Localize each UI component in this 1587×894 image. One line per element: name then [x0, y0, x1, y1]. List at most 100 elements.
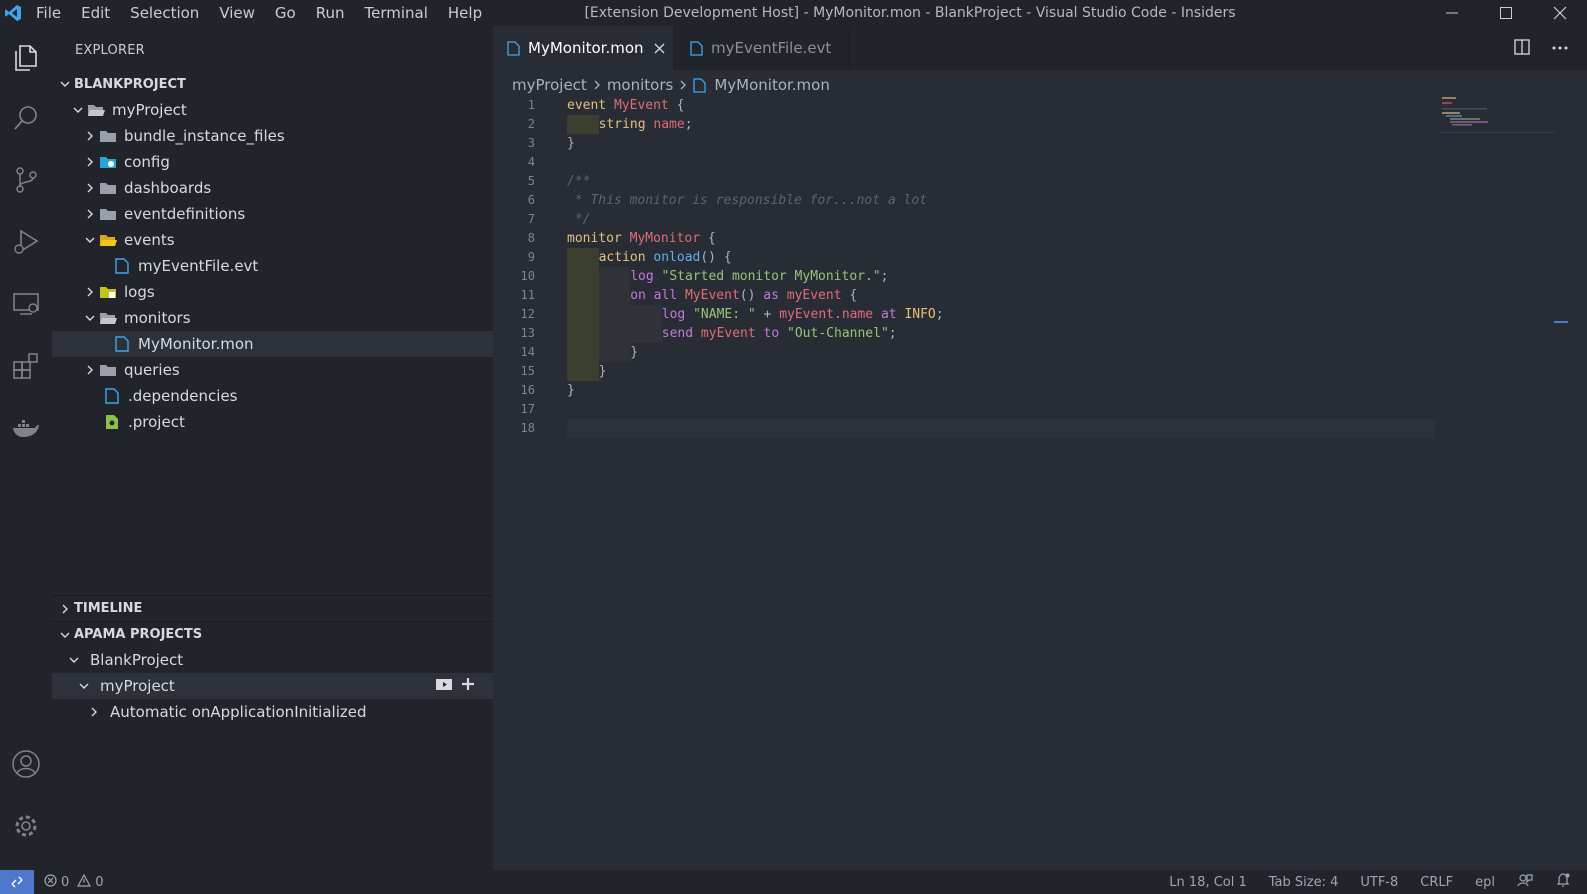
apama-item-myproject[interactable]: myProject [52, 673, 493, 699]
chevron-right-icon [82, 362, 98, 378]
language-mode[interactable]: epl [1475, 875, 1495, 890]
activity-bar [0, 26, 52, 870]
apama-item-label: Automatic onApplicationInitialized [110, 703, 367, 721]
file-icon [102, 387, 122, 405]
feedback-icon[interactable] [1517, 872, 1533, 892]
timeline-title: TIMELINE [74, 601, 143, 616]
tree-item-logs[interactable]: logs [52, 279, 493, 305]
scrollbar-position-marker[interactable] [1554, 321, 1568, 323]
tree-item-label: myEventFile.evt [138, 257, 259, 275]
cursor-position[interactable]: Ln 18, Col 1 [1169, 875, 1246, 890]
chevron-down-icon [82, 310, 98, 326]
config-folder-icon [98, 153, 118, 171]
chevron-down-icon [82, 232, 98, 248]
folder-icon [98, 205, 118, 223]
search-icon[interactable] [6, 98, 46, 138]
minimize-button[interactable] [1425, 0, 1479, 26]
timeline-section-header[interactable]: TIMELINE [52, 595, 493, 621]
menu-terminal[interactable]: Terminal [355, 0, 438, 26]
maximize-button[interactable] [1479, 0, 1533, 26]
breadcrumb-item[interactable]: MyMonitor.mon [714, 76, 830, 94]
notifications-bell-icon[interactable] [1555, 872, 1571, 892]
docker-icon[interactable] [6, 408, 46, 448]
extensions-icon[interactable] [6, 346, 46, 386]
apama-projects-section-header[interactable]: APAMA PROJECTS [52, 621, 493, 647]
accounts-icon[interactable] [6, 744, 46, 784]
window-controls [1425, 0, 1587, 26]
tree-item-myeventfile[interactable]: myEventFile.evt [52, 253, 493, 279]
source-control-icon[interactable] [6, 160, 46, 200]
tree-item-mymonitor[interactable]: MyMonitor.mon [52, 331, 493, 357]
tree-item-queries[interactable]: queries [52, 357, 493, 383]
tree-item-eventdefinitions[interactable]: eventdefinitions [52, 201, 493, 227]
explorer-icon[interactable] [6, 38, 46, 78]
chevron-down-icon [70, 102, 86, 118]
warning-count: 0 [95, 874, 104, 890]
tree-item-label: myProject [112, 101, 187, 119]
breadcrumb-item[interactable]: myProject [512, 76, 587, 94]
menu-help[interactable]: Help [438, 0, 492, 26]
encoding[interactable]: UTF-8 [1360, 875, 1398, 890]
apama-item-automatic-onapplicationinitialized[interactable]: Automatic onApplicationInitialized [52, 699, 493, 725]
close-tab-icon[interactable] [654, 43, 665, 54]
file-icon [112, 257, 132, 275]
tree-item-bundle-instance-files[interactable]: bundle_instance_files [52, 123, 493, 149]
close-icon [1553, 6, 1567, 20]
menu-go[interactable]: Go [265, 0, 306, 26]
chevron-right-icon [82, 284, 98, 300]
tree-item-project[interactable]: .project [52, 409, 493, 435]
apama-item-label: BlankProject [90, 651, 184, 669]
code-line: /** [567, 174, 591, 189]
close-window-button[interactable] [1533, 0, 1587, 26]
tab-myeventfile[interactable]: myEventFile.evt [674, 26, 850, 70]
tree-item-monitors[interactable]: monitors [52, 305, 493, 331]
code-line: log "Started monitor MyMonitor."; [567, 267, 888, 286]
run-debug-icon[interactable] [6, 222, 46, 262]
tree-item-label: MyMonitor.mon [138, 335, 254, 353]
remote-explorer-icon[interactable] [6, 284, 46, 324]
settings-gear-icon[interactable] [6, 806, 46, 846]
remote-indicator[interactable] [0, 870, 34, 894]
minimap[interactable] [1440, 96, 1555, 136]
tree-item-label: .project [128, 413, 185, 431]
menu-selection[interactable]: Selection [120, 0, 209, 26]
tab-size[interactable]: Tab Size: 4 [1269, 875, 1339, 890]
sidebar: EXPLORER BLANKPROJECT myProject bundle_i… [52, 26, 493, 870]
end-of-line[interactable]: CRLF [1420, 875, 1453, 890]
add-icon[interactable] [461, 677, 475, 695]
chevron-right-icon [82, 154, 98, 170]
tree-item-config[interactable]: config [52, 149, 493, 175]
chevron-right-icon [86, 704, 102, 720]
tree-item-dashboards[interactable]: dashboards [52, 175, 493, 201]
more-actions-icon[interactable] [1551, 38, 1569, 60]
maximize-icon [1500, 7, 1512, 19]
deploy-icon[interactable] [435, 677, 453, 695]
tab-mymonitor[interactable]: MyMonitor.mon [493, 26, 673, 70]
tree-item-myproject[interactable]: myProject [52, 97, 493, 123]
workspace-name: BLANKPROJECT [74, 76, 186, 92]
menu-file[interactable]: File [26, 0, 71, 26]
menu-view[interactable]: View [209, 0, 265, 26]
workspace-section-header[interactable]: BLANKPROJECT [52, 71, 493, 97]
line-number: 6 [527, 193, 535, 207]
code-line: } [567, 362, 606, 381]
remote-icon [11, 876, 23, 888]
line-number: 13 [520, 326, 535, 340]
editor: MyMonitor.mon myEventFile.evt myProject … [493, 26, 1587, 870]
menu-edit[interactable]: Edit [71, 0, 120, 26]
tree-item-dependencies[interactable]: .dependencies [52, 383, 493, 409]
apama-item-blankproject[interactable]: BlankProject [52, 647, 493, 673]
split-editor-icon[interactable] [1513, 38, 1531, 60]
tab-label: MyMonitor.mon [528, 39, 644, 57]
menu-bar: File Edit Selection View Go Run Terminal… [26, 0, 492, 26]
menu-run[interactable]: Run [306, 0, 355, 26]
warning-icon [77, 873, 92, 891]
line-number: 14 [520, 345, 535, 359]
code-line: */ [567, 212, 591, 227]
problems-indicator[interactable]: 0 0 [44, 873, 104, 891]
tree-item-label: logs [124, 283, 155, 301]
code-line: event MyEvent { [567, 98, 685, 113]
breadcrumb-item[interactable]: monitors [607, 76, 674, 94]
folder-open-icon [98, 309, 118, 327]
tree-item-events[interactable]: events [52, 227, 493, 253]
